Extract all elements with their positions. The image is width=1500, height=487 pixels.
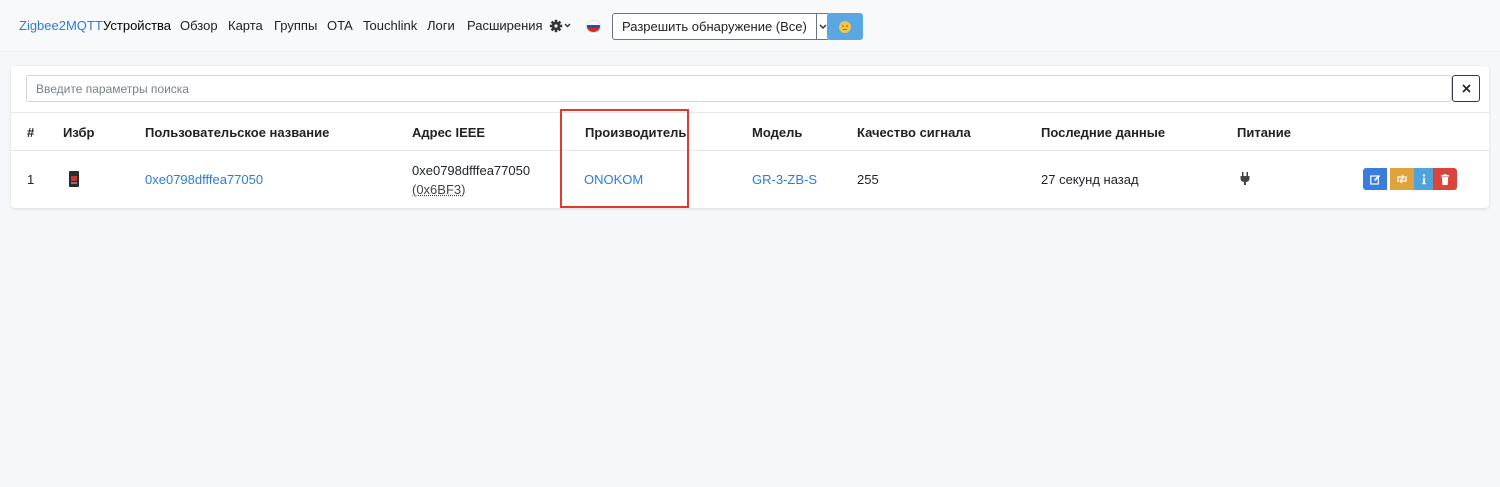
nav-groups[interactable]: Группы	[274, 18, 317, 33]
search-input[interactable]	[26, 75, 1452, 102]
device-image	[69, 171, 79, 190]
table-header: # Избр Пользовательское название Адрес I…	[11, 112, 1489, 151]
clear-search-button[interactable]	[1452, 75, 1480, 102]
nav-touchlink[interactable]: Touchlink	[363, 18, 417, 33]
plug-icon	[1240, 172, 1250, 185]
top-navbar: Zigbee2MQTT Устройства Обзор Карта Групп…	[0, 0, 1500, 52]
column-model[interactable]: Модель	[752, 125, 802, 140]
interview-button[interactable]	[1414, 168, 1433, 190]
column-ieee-address[interactable]: Адрес IEEE	[412, 125, 485, 140]
remove-button[interactable]	[1433, 168, 1457, 190]
nav-map[interactable]: Карта	[228, 18, 263, 33]
reconfigure-button[interactable]	[1390, 168, 1414, 190]
column-manufacturer[interactable]: Производитель	[585, 125, 686, 140]
power-source	[1240, 172, 1250, 189]
table-row: 1 0xe0798dfffea77050 0xe0798dfffea77050 …	[11, 151, 1489, 208]
column-power[interactable]: Питание	[1237, 125, 1291, 140]
nav-dashboard[interactable]: Обзор	[180, 18, 218, 33]
permit-join-group: Разрешить обнаружение (Все)	[612, 13, 830, 40]
column-last-seen[interactable]: Последние данные	[1041, 125, 1165, 140]
chevron-down-icon	[564, 23, 571, 28]
permit-join-button[interactable]: Разрешить обнаружение (Все)	[612, 13, 817, 40]
close-icon	[1461, 84, 1471, 93]
device-thumbnail-icon	[69, 171, 79, 187]
column-favorite[interactable]: Избр	[63, 125, 94, 140]
last-seen-value: 27 секунд назад	[1041, 172, 1139, 187]
info-icon	[1421, 173, 1426, 184]
settings-dropdown[interactable]	[548, 16, 574, 36]
rename-button[interactable]	[1363, 168, 1387, 190]
russia-flag-icon[interactable]	[586, 20, 601, 33]
nav-ota[interactable]: OTA	[327, 18, 353, 33]
devices-card: # Избр Пользовательское название Адрес I…	[11, 66, 1489, 208]
friendly-name-link[interactable]: 0xe0798dfffea77050	[145, 172, 263, 187]
moon-face-icon	[839, 20, 851, 33]
network-address: (0x6BF3)	[412, 182, 466, 197]
gear-icon	[549, 19, 571, 33]
column-index[interactable]: #	[27, 125, 34, 140]
theme-toggle-button[interactable]	[827, 13, 863, 40]
row-index: 1	[27, 172, 35, 187]
row-actions	[1363, 168, 1457, 190]
brand-link[interactable]: Zigbee2MQTT	[19, 18, 103, 33]
nav-logs[interactable]: Логи	[427, 18, 455, 33]
chevron-down-icon	[819, 23, 827, 29]
lqi-value: 255	[857, 172, 879, 187]
nav-extensions[interactable]: Расширения	[467, 18, 543, 33]
column-friendly-name[interactable]: Пользовательское название	[145, 125, 329, 140]
manufacturer-link[interactable]: ONOKOM	[584, 172, 643, 187]
ieee-address: 0xe0798dfffea77050	[412, 163, 531, 178]
column-lqi[interactable]: Качество сигнала	[857, 125, 971, 140]
model-link[interactable]: GR-3-ZB-S	[752, 172, 817, 187]
nav-devices[interactable]: Устройства	[103, 18, 171, 33]
trash-icon	[1441, 173, 1449, 185]
retweet-icon	[1397, 174, 1407, 184]
edit-icon	[1369, 174, 1380, 185]
